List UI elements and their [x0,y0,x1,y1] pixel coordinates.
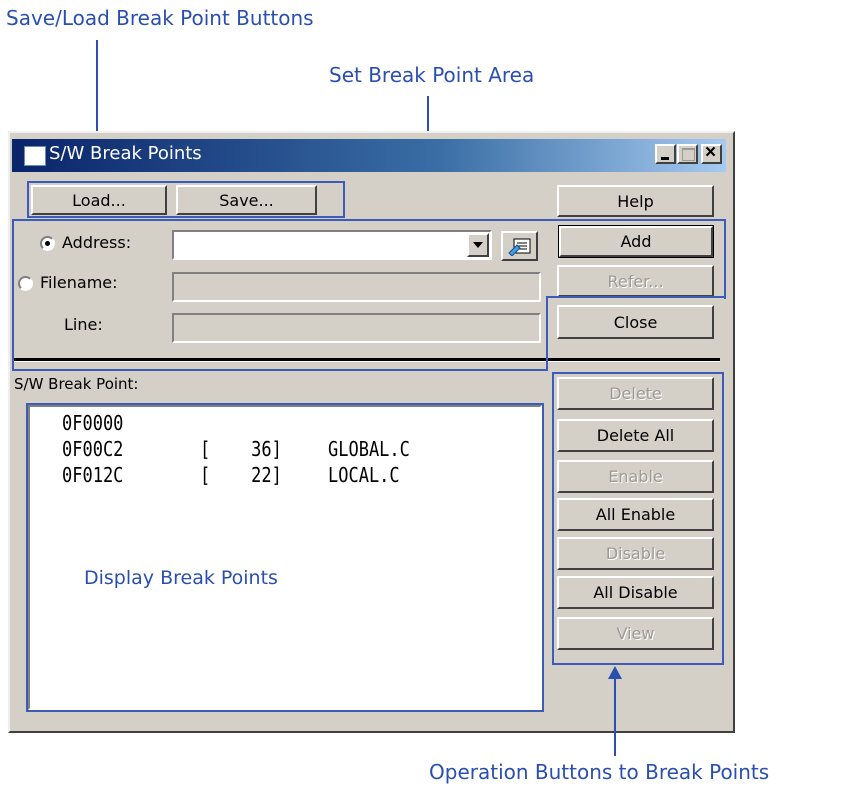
refer-button: Refer... [557,265,714,297]
address-radio[interactable] [40,236,55,251]
annotation-operations: Operation Buttons to Break Points [429,760,770,784]
set-area-highlight-joint [546,296,726,298]
radio-selected-dot [45,241,50,246]
address-label: Address: [62,233,132,252]
load-button[interactable]: Load... [31,185,167,215]
address-dropdown-button[interactable] [467,233,489,257]
disable-button: Disable [557,537,714,570]
line-field [172,313,541,343]
delete-all-button[interactable]: Delete All [557,419,714,452]
list-item-address[interactable]: 0F0000 [62,411,123,435]
close-icon: × [705,142,717,163]
divider [14,358,720,362]
list-item-file[interactable]: LOCAL.C [328,463,400,487]
delete-button: Delete [557,377,714,410]
annotation-set-area: Set Break Point Area [329,63,535,87]
add-button[interactable]: Add [558,225,714,258]
line-label: Line: [64,315,103,334]
list-item-line[interactable]: [ 36] [200,437,282,461]
close-button[interactable]: Close [557,305,714,339]
filename-radio[interactable] [18,276,33,291]
chevron-down-icon [473,242,483,248]
window-title: S/W Break Points [49,143,202,164]
minimize-button[interactable] [655,144,676,164]
help-button[interactable]: Help [557,185,714,217]
enable-button: Enable [557,460,714,493]
filename-label: Filename: [40,273,118,292]
browse-button[interactable] [501,231,538,261]
all-disable-button[interactable]: All Disable [557,576,714,609]
view-button: View [557,617,714,650]
address-combobox[interactable] [172,230,492,260]
minimize-icon [661,157,669,160]
break-point-list-label: S/W Break Point: [14,375,139,393]
list-item-address[interactable]: 0F012C [62,463,123,487]
annotation-save-load: Save/Load Break Point Buttons [6,6,314,30]
list-item-file[interactable]: GLOBAL.C [328,437,410,461]
list-item-address[interactable]: 0F00C2 [62,437,123,461]
window-icon [24,146,46,166]
save-button[interactable]: Save... [176,185,317,215]
annotation-arrow-line [614,678,616,756]
browse-source-icon [507,238,530,256]
maximize-button[interactable] [677,144,698,164]
all-enable-button[interactable]: All Enable [557,498,714,531]
filename-field [172,272,541,302]
close-window-button[interactable]: × [701,142,722,164]
maximize-icon [682,148,695,161]
break-point-list[interactable]: 0F0000 0F00C2 [ 36] GLOBAL.C 0F012C [ 22… [28,405,542,710]
list-item-line[interactable]: [ 22] [200,463,282,487]
annotation-display: Display Break Points [84,567,278,589]
